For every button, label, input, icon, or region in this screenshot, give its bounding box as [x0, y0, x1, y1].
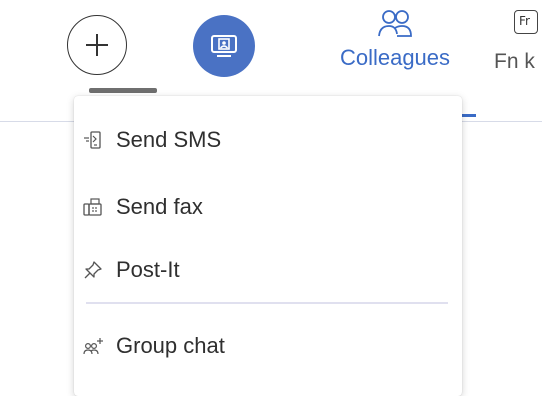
menu-item-group-chat[interactable]: Group chat: [74, 322, 462, 370]
pin-icon: [83, 260, 103, 280]
sms-icon: [83, 130, 103, 150]
menu-item-send-fax[interactable]: Send fax: [74, 183, 462, 231]
add-button-indicator: [89, 88, 157, 93]
group-add-icon: [83, 336, 103, 356]
add-button[interactable]: [67, 15, 127, 75]
menu-item-label: Post-It: [116, 257, 180, 282]
menu-item-label: Send SMS: [116, 127, 222, 152]
function-keys-icon: Fr: [514, 10, 538, 34]
tab-function-keys[interactable]: Fr Fn k: [494, 0, 542, 122]
screen-share-icon: [211, 35, 237, 57]
menu-item-post-it[interactable]: Post-It: [74, 246, 462, 294]
menu-item-label: Group chat: [116, 333, 225, 358]
menu-item-send-sms[interactable]: Send SMS: [74, 116, 462, 164]
screen-share-button[interactable]: [193, 15, 255, 77]
fax-icon: [83, 197, 103, 217]
tab-function-keys-label: Fn k: [494, 50, 535, 73]
tab-colleagues-label: Colleagues: [339, 45, 451, 70]
colleagues-icon: [378, 10, 412, 37]
menu-item-label: Send fax: [116, 194, 203, 219]
add-dropdown-menu: Send SMS Send fax Post-It Group chat: [74, 96, 462, 396]
plus-icon: [86, 34, 108, 56]
menu-separator: [86, 302, 448, 304]
